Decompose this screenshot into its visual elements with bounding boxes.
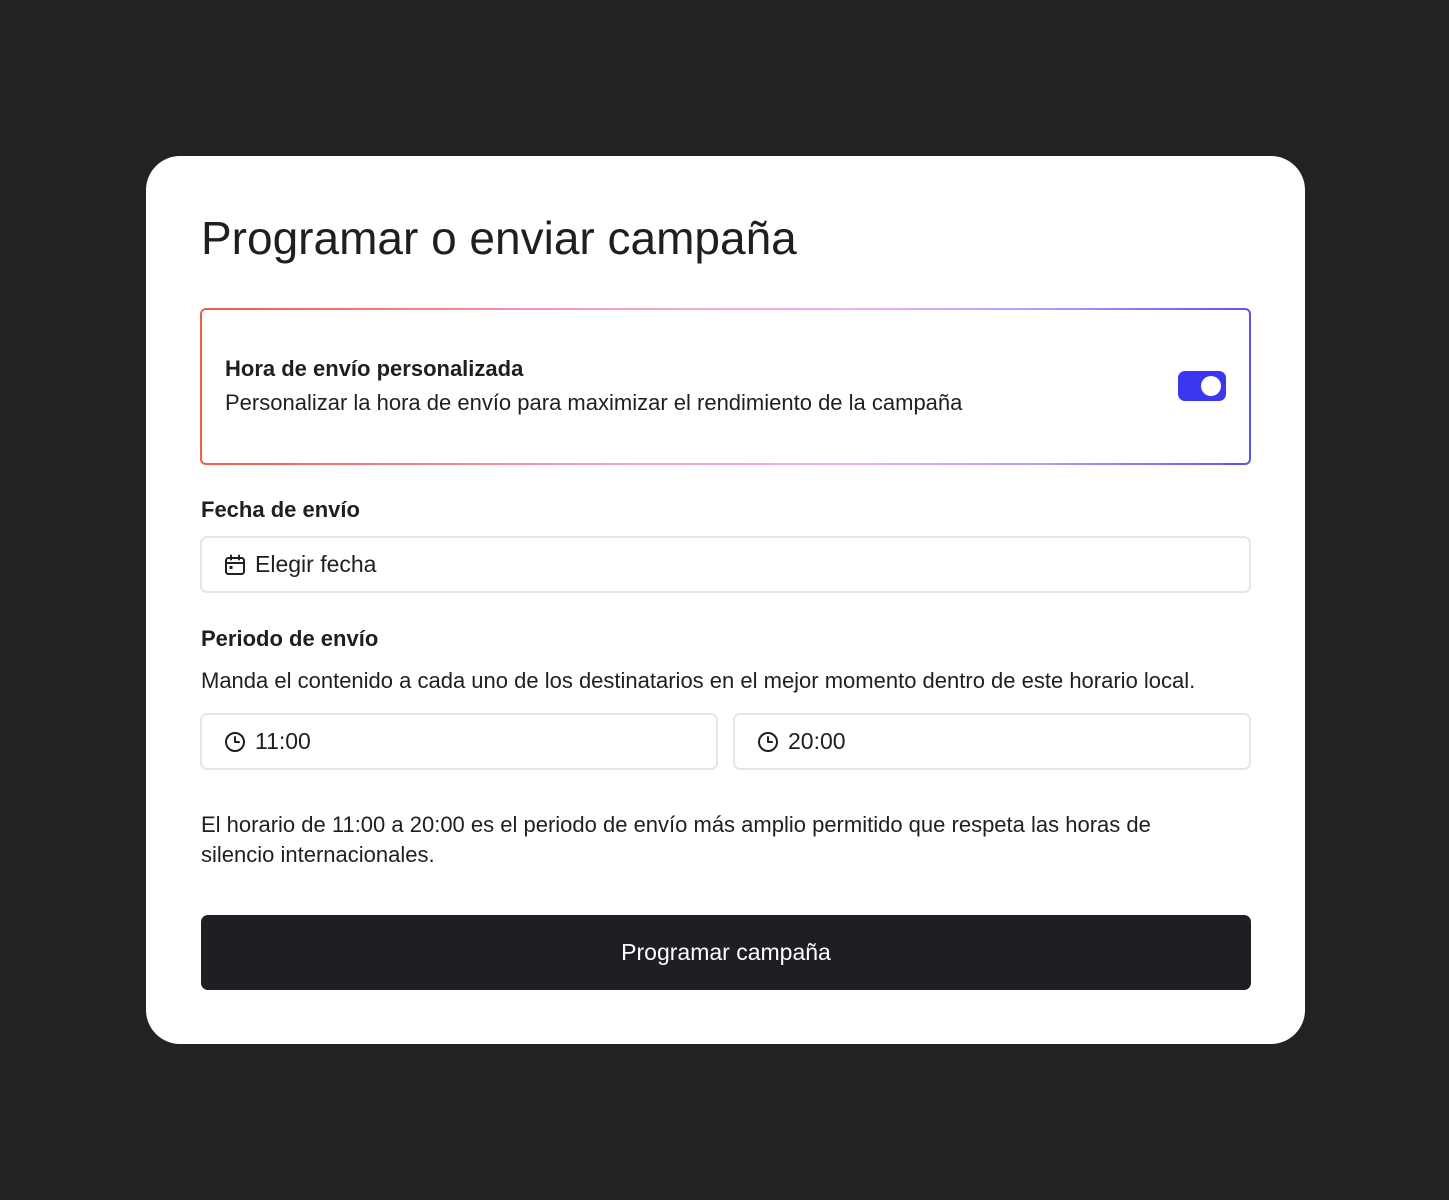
send-period-note: El horario de 11:00 a 20:00 es el period… (201, 812, 1151, 867)
end-time-value: 20:00 (788, 728, 846, 754)
end-time-picker[interactable]: 20:00 (733, 713, 1251, 770)
custom-send-time-description: Personalizar la hora de envío para maxim… (225, 390, 963, 415)
custom-send-time-title: Hora de envío personalizada (225, 356, 524, 381)
calendar-icon (224, 554, 246, 576)
clock-icon (757, 731, 779, 753)
custom-send-time-panel: Hora de envío personalizada Personalizar… (200, 308, 1251, 465)
custom-send-time-toggle[interactable] (1178, 371, 1226, 401)
send-period-label: Periodo de envío (201, 626, 379, 651)
send-date-label: Fecha de envío (201, 497, 360, 522)
custom-send-time-panel-inner: Hora de envío personalizada Personalizar… (202, 310, 1249, 463)
send-date-placeholder: Elegir fecha (255, 551, 377, 577)
send-date-picker[interactable]: Elegir fecha (200, 536, 1251, 593)
dialog-title: Programar o enviar campaña (201, 212, 797, 264)
clock-icon (224, 731, 246, 753)
schedule-campaign-button[interactable]: Programar campaña (201, 915, 1251, 990)
start-time-picker[interactable]: 11:00 (200, 713, 718, 770)
start-time-value: 11:00 (255, 728, 311, 754)
send-period-description: Manda el contenido a cada uno de los des… (201, 668, 1196, 693)
toggle-knob (1201, 376, 1221, 396)
schedule-campaign-dialog: Programar o enviar campaña Hora de envío… (146, 156, 1305, 1044)
